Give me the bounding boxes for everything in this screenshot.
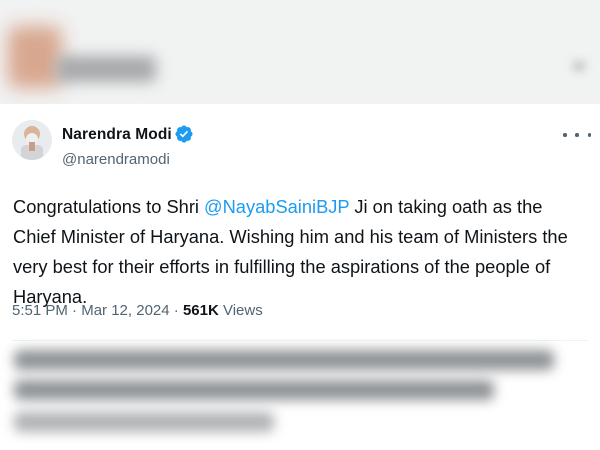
tweet-time[interactable]: 5:51 PM xyxy=(12,302,68,319)
author-handle[interactable]: @narendramodi xyxy=(62,151,170,168)
author-avatar[interactable] xyxy=(12,120,52,160)
avatar-image xyxy=(12,120,52,160)
blurred-line xyxy=(14,412,274,432)
author-name[interactable]: Narendra Modi xyxy=(62,126,172,144)
meta-separator: · xyxy=(72,302,78,319)
blurred-line xyxy=(14,350,554,370)
blurred-header-text xyxy=(56,56,156,82)
tweet-date[interactable]: Mar 12, 2024 xyxy=(81,302,169,319)
blurred-avatar xyxy=(8,26,62,88)
views-label: Views xyxy=(222,302,263,319)
blurred-footer xyxy=(0,338,600,450)
tweet-text-before: Congratulations to Shri xyxy=(13,196,205,217)
mention-link[interactable]: @NayabSainiBJP xyxy=(204,196,349,217)
blurred-line xyxy=(14,380,494,400)
tweet-text: Congratulations to Shri @NayabSainiBJP J… xyxy=(13,192,587,312)
tweet-metadata: 5:51 PM · Mar 12, 2024 · 561K Views xyxy=(12,302,263,319)
more-options-icon[interactable] xyxy=(563,126,591,144)
verified-badge-icon xyxy=(175,125,193,143)
blurred-header xyxy=(0,0,600,104)
meta-separator-2: · xyxy=(173,302,179,319)
views-count: 561K xyxy=(182,302,219,319)
blurred-header-icon xyxy=(572,60,586,72)
